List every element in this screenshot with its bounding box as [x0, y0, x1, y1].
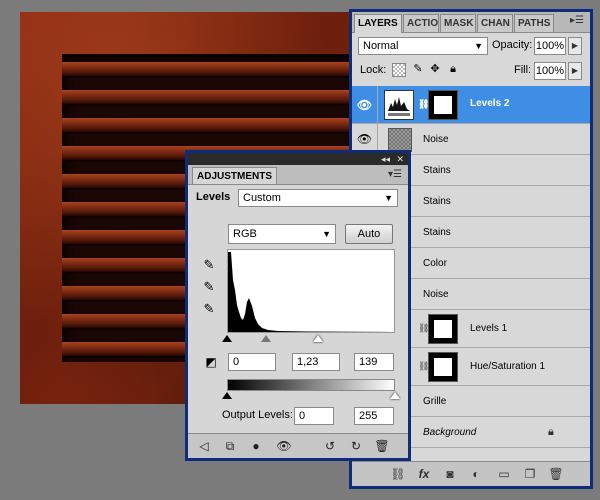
collapse-icon[interactable]: ◂◂	[381, 153, 390, 165]
output-levels-slider[interactable]	[222, 392, 400, 400]
layer-name: Background	[423, 427, 477, 438]
chevron-down-icon: ▼	[474, 41, 483, 51]
output-white-field[interactable]: 255	[354, 407, 394, 425]
expand-view-icon[interactable]: ⧉	[222, 438, 238, 454]
lock-transparency-icon[interactable]	[392, 63, 406, 77]
output-levels-gradient	[227, 379, 395, 391]
layer-mask-thumbnail[interactable]	[428, 352, 458, 382]
adjustments-titlebar[interactable]: ◂◂ ✕	[188, 153, 408, 165]
calculate-histogram-icon[interactable]: ◩	[202, 353, 220, 371]
preset-value: Custom	[243, 192, 281, 204]
trash-icon[interactable]: 🗑︎	[374, 438, 390, 454]
levels-label: Levels	[196, 191, 231, 203]
opacity-field[interactable]: 100%	[534, 37, 566, 55]
layer-name: Stains	[423, 196, 451, 207]
louver-slat	[62, 90, 365, 106]
output-levels-label: Output Levels:	[222, 409, 293, 421]
add-mask-icon[interactable]: ◙	[442, 466, 458, 482]
input-gamma-field[interactable]: 1,23	[292, 353, 340, 371]
panel-menu-icon[interactable]: ▾☰	[388, 169, 402, 180]
tab-masks[interactable]: MASK	[440, 14, 476, 32]
trash-icon[interactable]: 🗑︎	[548, 466, 564, 482]
opacity-label: Opacity:	[492, 39, 533, 51]
fill-label: Fill:	[514, 64, 532, 76]
fill-slider-button[interactable]: ▶	[568, 62, 582, 80]
adjustments-panel: ◂◂ ✕ ADJUSTMENTS ▾☰ Levels Custom ▼ RGB …	[185, 150, 411, 461]
chevron-down-icon: ▼	[384, 193, 393, 203]
histogram	[227, 249, 395, 333]
layer-name: Grille	[423, 396, 447, 407]
layer-row-levels-2[interactable]: 👁︎ ⛓ Levels 2	[352, 86, 590, 124]
lock-label: Lock:	[360, 64, 387, 76]
close-icon[interactable]: ✕	[396, 153, 404, 165]
output-black-slider[interactable]	[222, 392, 232, 399]
adjustment-layer-icon[interactable]: ◐	[468, 466, 484, 482]
new-layer-icon[interactable]: ❐	[522, 466, 538, 482]
lock-all-icon[interactable]: 🔒︎	[447, 63, 459, 75]
preset-select[interactable]: Custom ▼	[238, 189, 398, 207]
link-layers-icon[interactable]: ⛓	[390, 466, 406, 482]
channel-value: RGB	[233, 228, 257, 240]
fx-icon[interactable]: fx	[416, 466, 432, 482]
input-white-field[interactable]: 139	[354, 353, 394, 371]
output-white-slider[interactable]	[390, 392, 400, 399]
new-group-icon[interactable]: ▭	[496, 466, 512, 482]
adjustments-footer: ◁ ⧉ ● 👁︎ ↺ ↻ 🗑︎	[188, 433, 408, 458]
visibility-eye-icon[interactable]: 👁︎	[276, 438, 292, 454]
layers-panel-tabs: LAYERS ACTIO MASK CHAN PATHS ▸☰	[352, 12, 590, 33]
input-levels-slider[interactable]	[222, 335, 395, 343]
layers-panel-footer: ⛓ fx ◙ ◐ ▭ ❐ 🗑︎	[352, 461, 590, 486]
tab-actions[interactable]: ACTIO	[403, 14, 439, 32]
auto-button[interactable]: Auto	[345, 224, 393, 244]
layer-name: Levels 2	[470, 98, 510, 109]
channel-select[interactable]: RGB ▼	[228, 224, 336, 244]
tab-adjustments[interactable]: ADJUSTMENTS	[192, 167, 278, 184]
black-point-eyedropper-icon[interactable]: ✎	[201, 257, 217, 273]
tab-layers[interactable]: LAYERS	[354, 14, 402, 33]
layer-thumbnail	[388, 128, 412, 152]
tab-channels[interactable]: CHAN	[477, 14, 513, 32]
blend-mode-select[interactable]: Normal ▼	[358, 37, 488, 55]
layer-mask-thumbnail[interactable]	[428, 90, 458, 120]
layer-name: Hue/Saturation 1	[470, 361, 546, 372]
lock-pixels-icon[interactable]: ✎	[412, 63, 424, 75]
chevron-down-icon: ▼	[322, 229, 331, 239]
louver-slat	[62, 62, 365, 78]
white-point-eyedropper-icon[interactable]: ✎	[201, 301, 217, 317]
panel-menu-icon[interactable]: ▸☰	[570, 15, 584, 26]
layer-name: Noise	[423, 134, 449, 145]
layer-name: Stains	[423, 227, 451, 238]
gray-point-eyedropper-icon[interactable]: ✎	[201, 279, 217, 295]
reset-icon[interactable]: ↻	[348, 438, 364, 454]
louver-slat	[62, 118, 365, 134]
eye-icon[interactable]: 👁︎	[352, 86, 378, 123]
layer-name: Color	[423, 258, 447, 269]
clip-to-layer-icon[interactable]: ●	[248, 438, 264, 454]
lock-position-icon[interactable]: ✥	[429, 63, 441, 75]
layer-name: Stains	[423, 165, 451, 176]
adjustments-tabs: ADJUSTMENTS ▾☰	[188, 165, 408, 185]
back-arrow-icon[interactable]: ◁	[196, 438, 212, 454]
input-gamma-slider[interactable]	[261, 335, 271, 342]
layer-mask-thumbnail[interactable]	[428, 314, 458, 344]
blend-mode-value: Normal	[363, 40, 399, 52]
input-black-slider[interactable]	[222, 335, 232, 342]
layer-name: Noise	[423, 289, 449, 300]
tab-paths[interactable]: PATHS	[514, 14, 554, 32]
lock-icon: 🔒︎	[548, 426, 554, 438]
view-previous-icon[interactable]: ↺	[322, 438, 338, 454]
input-black-field[interactable]: 0	[228, 353, 276, 371]
opacity-slider-button[interactable]: ▶	[568, 37, 582, 55]
levels-adjustment-icon	[384, 90, 414, 120]
input-white-slider[interactable]	[313, 335, 323, 342]
fill-field[interactable]: 100%	[534, 62, 566, 80]
output-black-field[interactable]: 0	[294, 407, 334, 425]
layer-name: Levels 1	[470, 323, 508, 334]
